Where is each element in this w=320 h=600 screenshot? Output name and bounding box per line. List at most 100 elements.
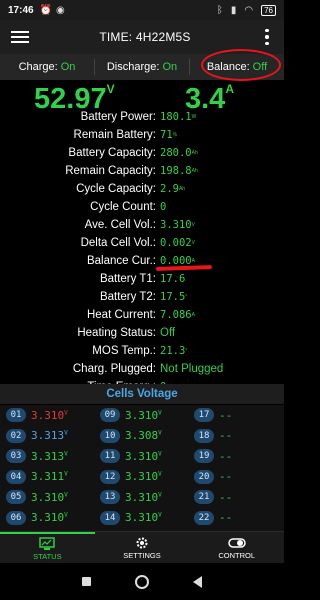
recents-icon[interactable] [82, 577, 91, 586]
voltage-unit: V [106, 82, 115, 96]
cell-voltage-value: 3.310 [125, 470, 159, 484]
cell-voltage-value: 3.310 [31, 511, 65, 525]
cell-item: 12 3.310V [94, 469, 188, 484]
param-ave-cell-vol: Ave. Cell Vol.: 3.310 V [0, 216, 284, 234]
charge-switch[interactable]: Charge: On [0, 61, 94, 73]
alarm-icon: ⏰ [39, 4, 53, 16]
param-unit: Ah [191, 150, 198, 156]
nav-control[interactable]: CONTROL [189, 532, 284, 563]
status-time: 17:46 [8, 4, 34, 16]
param-balance-current: Balance Cur.: 0.000 A [0, 252, 284, 270]
cell-item: 17 -- [188, 408, 282, 423]
param-cycle-count: Cycle Count: 0 [0, 198, 284, 216]
param-label: Delta Cell Vol.: [80, 237, 156, 249]
cell-voltage-value: 3.311 [31, 470, 65, 484]
battery-icon: 76 [261, 4, 276, 16]
cell-item: 05 3.310V [0, 490, 94, 505]
param-label: Remain Battery: [73, 129, 156, 141]
overflow-menu-button[interactable] [250, 20, 284, 54]
param-unit: W [191, 114, 197, 120]
cell-row: 05 3.310V 13 3.310V 21 -- [0, 487, 284, 508]
cell-voltage-unit: V [158, 409, 162, 417]
cell-voltage: 3.310V [31, 491, 68, 504]
signal-icon: ▮ [230, 4, 237, 16]
cell-item: 13 3.310V [94, 490, 188, 505]
cell-voltage: 3.310V [31, 511, 68, 524]
param-value: 17.6 [160, 273, 186, 285]
cell-voltage-value: 3.310 [31, 490, 65, 504]
param-unit: Ah [178, 186, 186, 192]
cell-item: 19 -- [188, 449, 282, 464]
hamburger-icon [11, 31, 29, 43]
cell-voltage: 3.310V [31, 409, 68, 422]
param-label: Battery Capacity: [68, 147, 156, 159]
nav-settings[interactable]: SETTINGS [95, 532, 190, 563]
cell-voltage-value: -- [219, 408, 233, 422]
discharge-label: Discharge: [106, 61, 160, 73]
discharge-value: On [162, 61, 178, 73]
cell-voltage-unit: V [158, 470, 162, 478]
param-label: Heat Current: [86, 309, 156, 321]
param-battery-t2: Battery T2: 17.5 ° [0, 288, 284, 306]
cell-number: 22 [194, 510, 214, 525]
param-value: 0.002 [160, 237, 192, 249]
param-charger-plugged: Charg. Plugged: Not Plugged [0, 360, 284, 378]
param-unit: A [191, 258, 195, 264]
param-cycle-capacity: Cycle Capacity: 2.9 Ah [0, 180, 284, 198]
cell-voltage-value: -- [219, 511, 233, 525]
cell-item: 18 -- [188, 428, 282, 443]
param-label: Heating Status: [77, 327, 156, 339]
cell-row: 06 3.310V 14 3.310V 22 -- [0, 508, 284, 529]
param-value: 3.310 [160, 219, 192, 231]
cell-item: 09 3.310V [94, 408, 188, 423]
more-vert-icon [265, 28, 269, 46]
switch-status-bar: Charge: On Discharge: On Balance: Off [0, 54, 284, 80]
param-value: 198.8 [160, 165, 192, 177]
cell-voltage: 3.310V [125, 409, 162, 422]
param-label: Remain Capacity: [65, 165, 156, 177]
app-bar: TIME: 4H22M5S [0, 20, 284, 54]
balance-switch[interactable]: Balance: Off [190, 61, 284, 73]
home-icon[interactable] [135, 574, 149, 589]
cell-number: 13 [100, 490, 120, 505]
param-label: Cycle Capacity: [76, 183, 156, 195]
param-battery-t1: Battery T1: 17.6 [0, 270, 284, 288]
cell-item: 03 3.313V [0, 449, 94, 464]
cell-voltage-unit: V [64, 511, 68, 519]
cell-voltage-value: -- [219, 470, 233, 484]
back-icon[interactable] [193, 575, 202, 588]
param-unit: % [172, 132, 178, 138]
status-bar: 17:46 ⏰ ◉ ᛒ ▮ ◠ 76 [0, 0, 284, 20]
cell-number: 03 [6, 449, 26, 464]
cell-number: 20 [194, 469, 214, 484]
cell-voltage: 3.313V [31, 450, 68, 463]
param-heat-current: Heat Current: 7.086 A [0, 306, 284, 324]
param-label: Battery T1: [99, 273, 156, 285]
param-value: Not Plugged [160, 363, 224, 375]
cell-number: 11 [100, 449, 120, 464]
system-nav-bar [0, 563, 284, 600]
discharge-switch[interactable]: Discharge: On [95, 61, 189, 73]
cell-voltage-unit: V [158, 511, 162, 519]
cell-voltage: -- [219, 511, 232, 524]
param-battery-capacity: Battery Capacity: 280.0 Ah [0, 144, 284, 162]
param-unit: ° [185, 348, 188, 354]
cell-number: 01 [6, 408, 26, 423]
nav-status[interactable]: STATUS [0, 532, 95, 563]
menu-button[interactable] [0, 20, 40, 54]
cell-item: 14 3.310V [94, 510, 188, 525]
cell-number: 02 [6, 428, 26, 443]
param-value: 21.3 [160, 345, 186, 357]
cell-voltage-value: 3.310 [125, 449, 159, 463]
param-label: MOS Temp.: [92, 345, 156, 357]
cell-number: 09 [100, 408, 120, 423]
param-unit: ° [185, 294, 188, 300]
param-value: 280.0 [160, 147, 192, 159]
bluetooth-icon: ᛒ [216, 4, 223, 16]
cell-number: 14 [100, 510, 120, 525]
charge-label: Charge: [18, 61, 58, 73]
cell-item: 20 -- [188, 469, 282, 484]
param-remain-capacity: Remain Capacity: 198.8 Ah [0, 162, 284, 180]
cell-row: 01 3.310V 09 3.310V 17 -- [0, 405, 284, 426]
gear-icon [135, 535, 149, 550]
